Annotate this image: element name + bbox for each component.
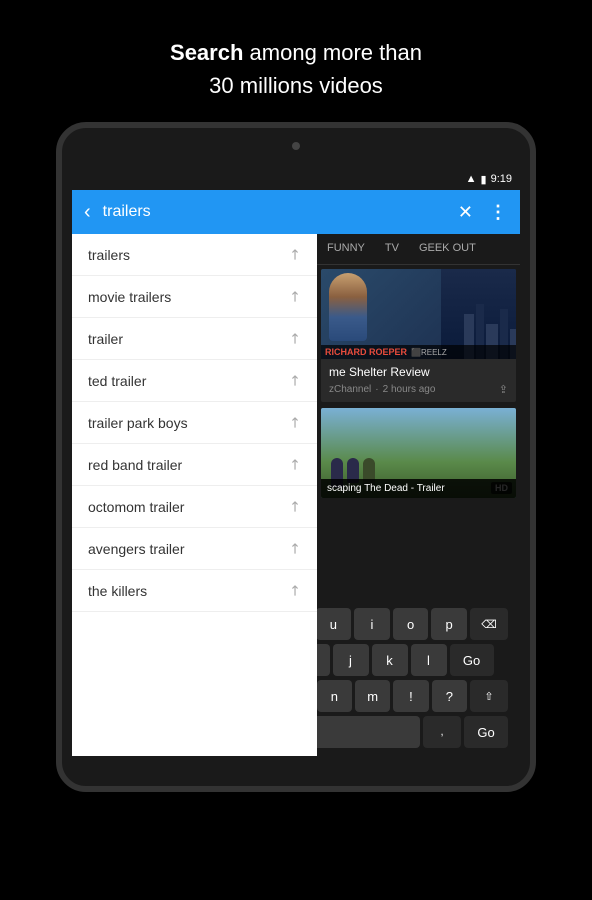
video-card-1[interactable]: RICHARD ROEPER ⬛REELZ me Shelter Review … — [321, 269, 516, 402]
suggestion-item-the-killers[interactable]: the killers ↗ — [72, 570, 317, 612]
key-j[interactable]: j — [333, 644, 369, 676]
suggestion-arrow-icon: ↗ — [285, 496, 305, 516]
suggestion-arrow-icon: ↗ — [285, 244, 305, 264]
video-card-2[interactable]: HD scaping The Dead - Trailer — [321, 408, 516, 498]
video-thumbnail-1: RICHARD ROEPER ⬛REELZ — [321, 269, 516, 359]
suggestion-item-trailer[interactable]: trailer ↗ — [72, 318, 317, 360]
header-section: Search among more than 30 millions video… — [0, 0, 592, 122]
header-text: Search among more than 30 millions video… — [60, 36, 532, 102]
key-k[interactable]: k — [372, 644, 408, 676]
suggestion-text: ted trailer — [88, 373, 146, 389]
suggestion-item-trailers[interactable]: trailers ↗ — [72, 234, 317, 276]
news-logo: RICHARD ROEPER — [325, 347, 407, 357]
suggestion-item-movie-trailers[interactable]: movie trailers ↗ — [72, 276, 317, 318]
suggestion-text: trailers — [88, 247, 130, 263]
header-line1: among more than — [250, 40, 422, 65]
suggestion-arrow-icon: ↗ — [285, 328, 305, 348]
suggestion-text: avengers trailer — [88, 541, 185, 557]
key-go[interactable]: Go — [450, 644, 494, 676]
bottom-video-title-2: scaping The Dead - Trailer — [321, 479, 516, 498]
tab-funny[interactable]: FUNNY — [317, 234, 375, 264]
clear-button[interactable]: ✕ — [454, 198, 477, 227]
video-channel-1: zChannel — [329, 384, 371, 395]
tablet-device: ▲ ▮ 9:19 ‹ trailers ✕ ⋮ trailers ↗ movie… — [56, 122, 536, 792]
suggestion-text: the killers — [88, 583, 147, 599]
news-channel-name: ⬛REELZ — [411, 348, 447, 357]
suggestion-text: red band trailer — [88, 457, 182, 473]
suggestion-text: movie trailers — [88, 289, 171, 305]
key-n[interactable]: n — [317, 680, 352, 712]
key-p[interactable]: p — [431, 608, 467, 640]
suggestion-text: trailer park boys — [88, 415, 188, 431]
suggestion-text: octomom trailer — [88, 499, 184, 515]
suggestion-arrow-icon: ↗ — [285, 580, 305, 600]
suggestion-arrow-icon: ↗ — [285, 286, 305, 306]
key-go-bottom[interactable]: Go — [464, 716, 508, 748]
back-button[interactable]: ‹ — [80, 197, 95, 228]
search-bar: ‹ trailers ✕ ⋮ — [72, 190, 520, 234]
search-query[interactable]: trailers — [103, 203, 446, 221]
status-icons: ▲ ▮ 9:19 — [466, 173, 512, 186]
suggestion-item-trailer-park-boys[interactable]: trailer park boys ↗ — [72, 402, 317, 444]
key-backspace[interactable]: ⌫ — [470, 608, 508, 640]
key-l[interactable]: l — [411, 644, 447, 676]
key-shift-right[interactable]: ⇧ — [470, 680, 508, 712]
suggestion-item-avengers-trailer[interactable]: avengers trailer ↗ — [72, 528, 317, 570]
video-time-1: 2 hours ago — [383, 384, 436, 395]
video-title-1: me Shelter Review — [329, 365, 508, 381]
video-dot-1: · — [375, 384, 378, 395]
key-u[interactable]: u — [316, 608, 352, 640]
suggestion-arrow-icon: ↗ — [285, 538, 305, 558]
suggestion-arrow-icon: ↗ — [285, 370, 305, 390]
key-comma[interactable]: , — [423, 716, 461, 748]
suggestion-arrow-icon: ↗ — [285, 412, 305, 432]
video-thumbnail-2: HD scaping The Dead - Trailer — [321, 408, 516, 498]
tab-tv[interactable]: TV — [375, 234, 409, 264]
suggestion-item-red-band-trailer[interactable]: red band trailer ↗ — [72, 444, 317, 486]
tab-bar: FUNNY TV GEEK OUT — [317, 234, 520, 265]
key-i[interactable]: i — [354, 608, 390, 640]
tablet-camera — [292, 142, 300, 150]
battery-icon: ▮ — [481, 173, 487, 186]
suggestion-item-octomom-trailer[interactable]: octomom trailer ↗ — [72, 486, 317, 528]
share-icon[interactable]: ⇪ — [499, 383, 508, 396]
video-info-1: me Shelter Review zChannel · 2 hours ago… — [321, 359, 516, 402]
wifi-icon: ▲ — [466, 173, 477, 185]
more-button[interactable]: ⋮ — [485, 198, 512, 227]
suggestions-panel: trailers ↗ movie trailers ↗ trailer ↗ te… — [72, 234, 317, 756]
key-exclaim[interactable]: ! — [393, 680, 428, 712]
tablet-screen: ▲ ▮ 9:19 ‹ trailers ✕ ⋮ trailers ↗ movie… — [72, 168, 520, 756]
header-line2: 30 millions videos — [209, 73, 383, 98]
header-bold: Search — [170, 40, 243, 65]
key-m[interactable]: m — [355, 680, 390, 712]
suggestion-item-ted-trailer[interactable]: ted trailer ↗ — [72, 360, 317, 402]
suggestion-arrow-icon: ↗ — [285, 454, 305, 474]
status-time: 9:19 — [491, 173, 512, 185]
key-o[interactable]: o — [393, 608, 429, 640]
video-meta-1: zChannel · 2 hours ago ⇪ — [329, 383, 508, 396]
status-bar: ▲ ▮ 9:19 — [72, 168, 520, 190]
suggestion-text: trailer — [88, 331, 123, 347]
key-question[interactable]: ? — [432, 680, 467, 712]
tab-geek-out[interactable]: GEEK OUT — [409, 234, 486, 264]
